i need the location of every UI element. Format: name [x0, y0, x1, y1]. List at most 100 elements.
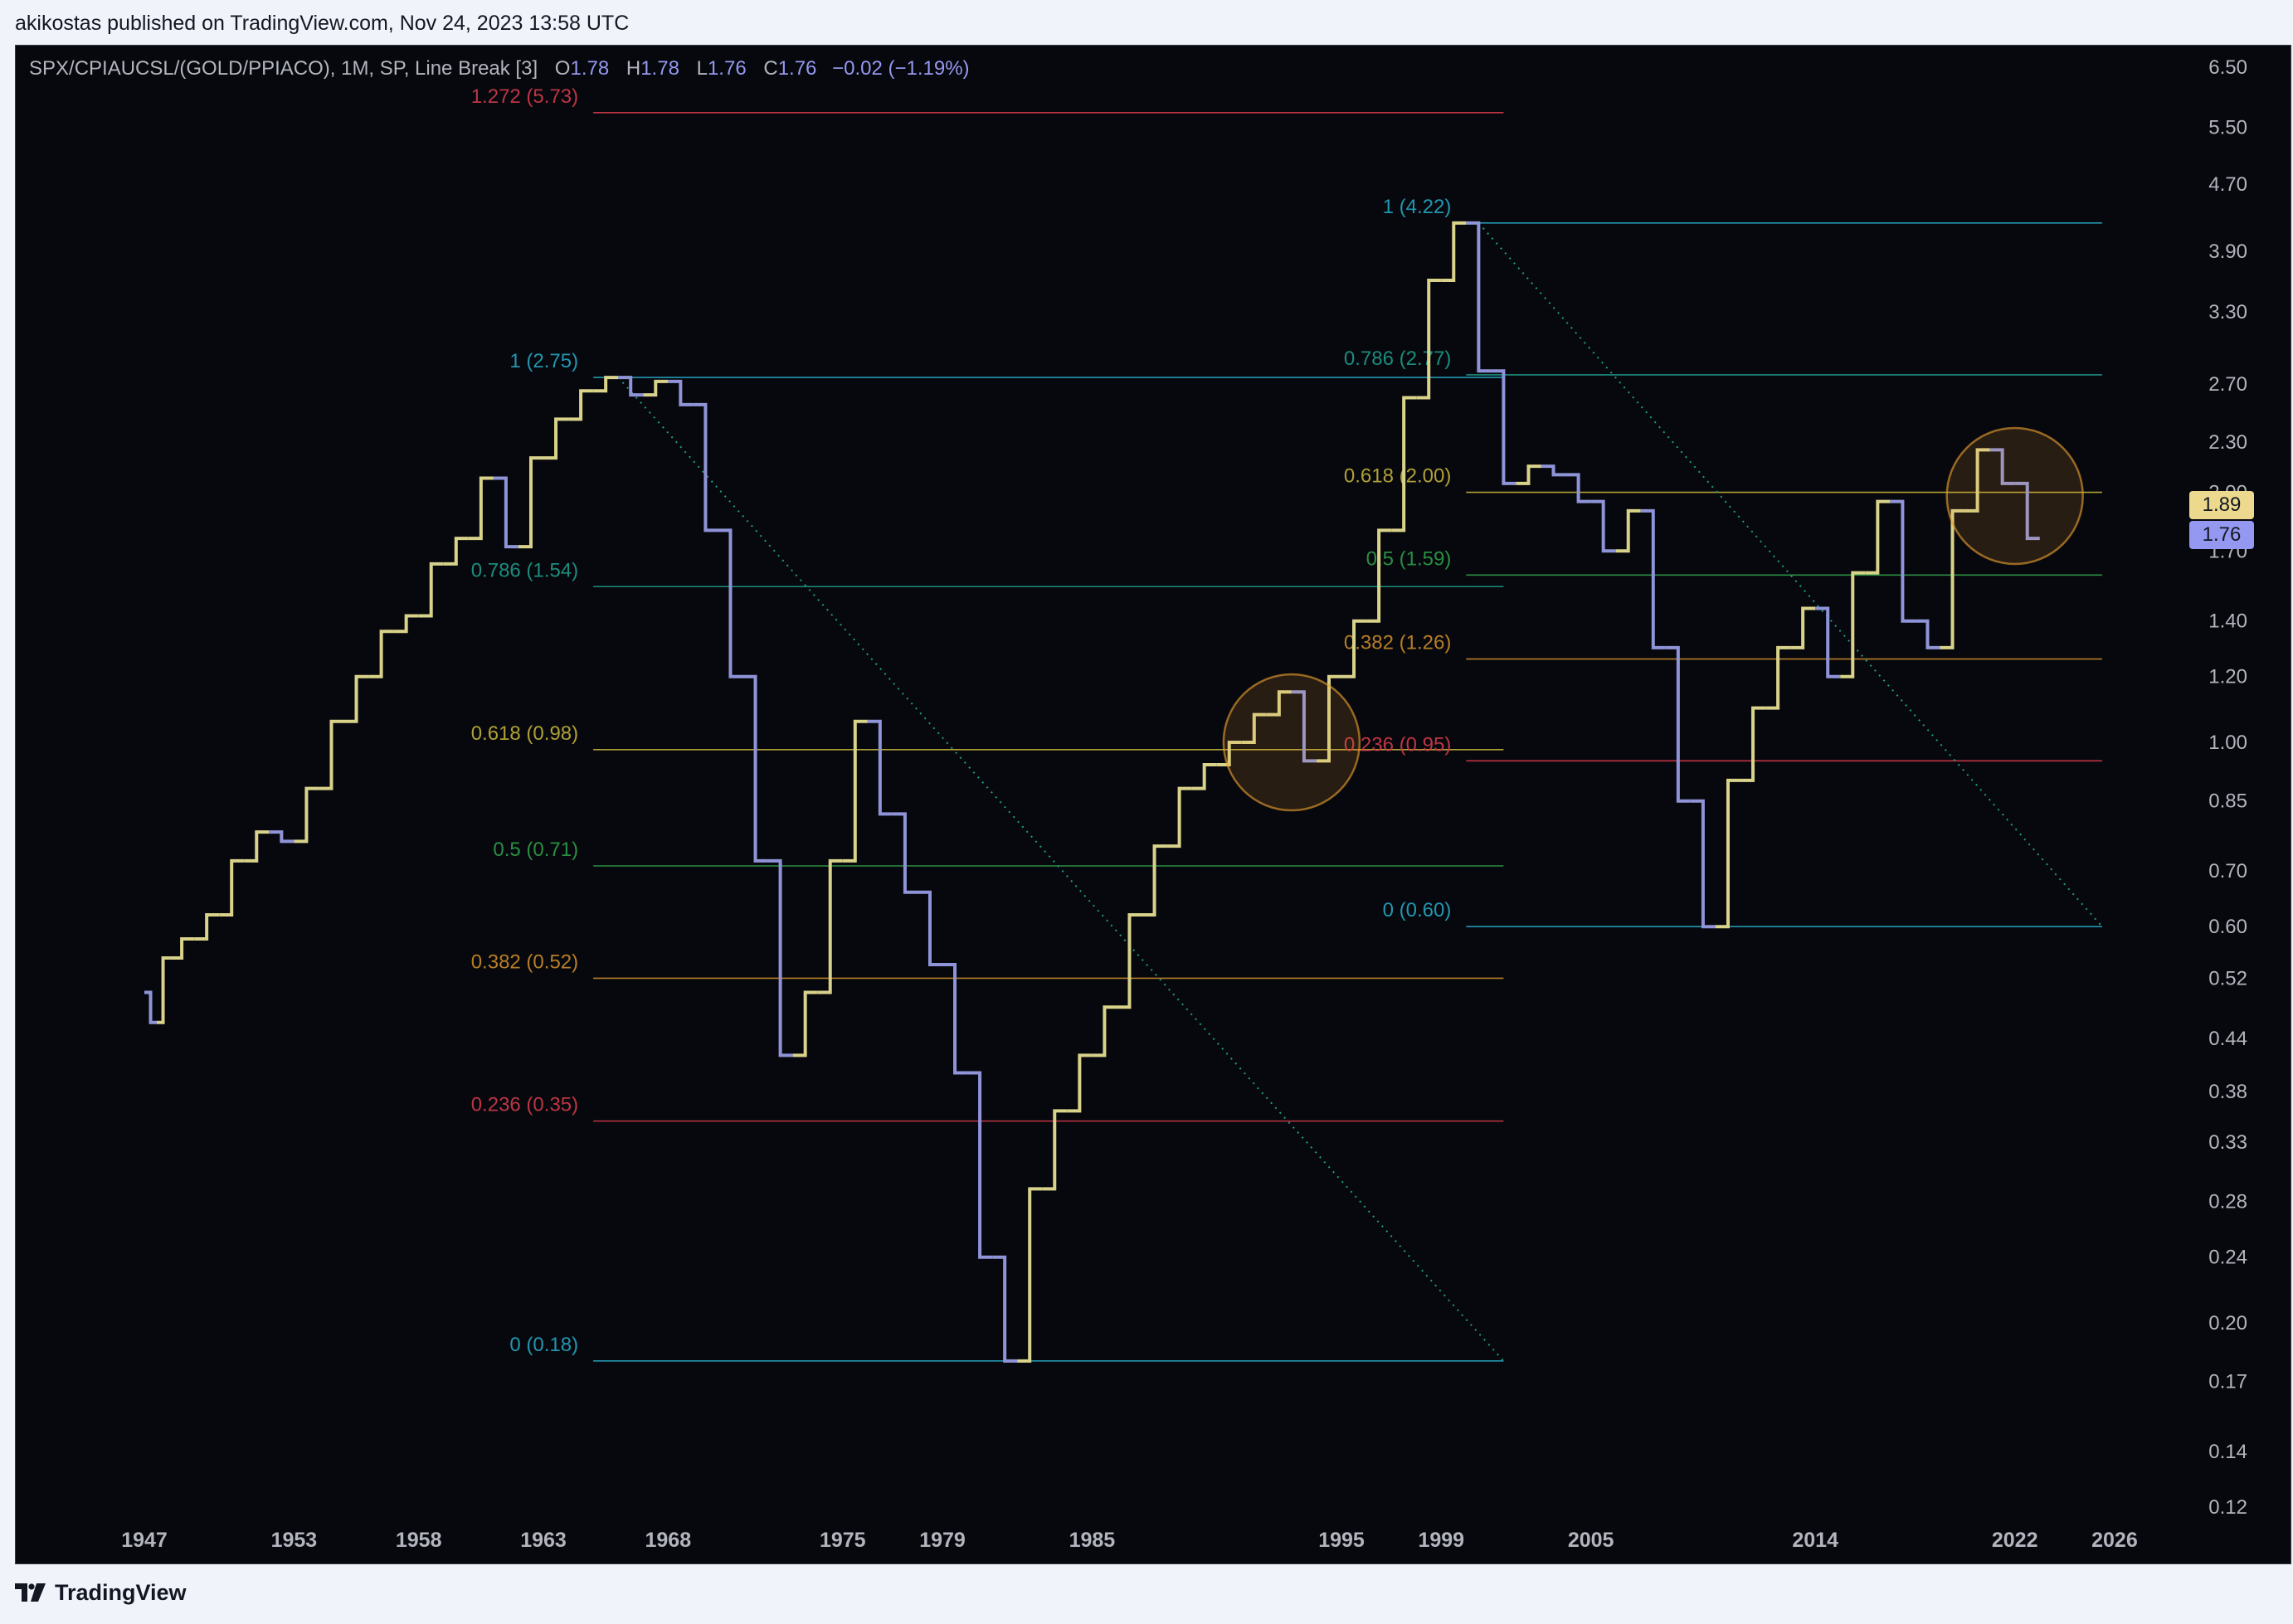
price-tick-label: 0.70 — [2208, 860, 2247, 883]
series-segment — [1491, 369, 1516, 485]
series-segment — [1690, 799, 1716, 929]
time-tick-label: 1958 — [396, 1529, 442, 1552]
series-segment — [792, 990, 818, 1058]
trend-line-left[interactable] — [617, 377, 1505, 1362]
brand-name: TradingView — [55, 1579, 187, 1605]
tradingview-logo[interactable]: TradingView — [15, 1580, 187, 1606]
series-segment — [319, 719, 344, 790]
series-segment — [244, 830, 270, 863]
series-segment — [693, 402, 718, 532]
series-segment — [393, 614, 419, 634]
price-axis[interactable]: 6.505.504.703.903.302.702.302.001.701.40… — [2208, 56, 2247, 1519]
series-segment — [1665, 645, 1691, 803]
open-label: O — [554, 57, 571, 80]
series-segment — [1865, 499, 1891, 575]
series-segment — [543, 417, 569, 460]
time-tick-label: 1975 — [820, 1529, 866, 1552]
series-segment — [1640, 508, 1666, 649]
price-tick-label: 0.52 — [2208, 967, 2247, 989]
price-tag-last: 1.76 — [2189, 521, 2254, 549]
series-segment — [593, 376, 619, 393]
time-tick-label: 1947 — [121, 1529, 168, 1552]
series-segment — [1166, 786, 1192, 848]
series-segment — [767, 858, 793, 1058]
series-segment — [942, 963, 968, 1075]
trend-lines[interactable] — [617, 222, 2103, 1362]
series-segment — [1815, 606, 1841, 678]
time-axis[interactable]: 1947 1953 1958 1963 1968 1975 1979 1985 1995 1999… — [121, 1529, 2138, 1552]
fib-left-level-label: 1 (2.75) — [509, 350, 578, 372]
series-segment — [1590, 499, 1616, 553]
series-segment — [1615, 508, 1641, 553]
price-tick-label: 0.38 — [2208, 1081, 2247, 1103]
low-label: L — [696, 57, 708, 80]
price-tick-label: 0.12 — [2208, 1496, 2247, 1519]
time-tick-label: 2014 — [1792, 1529, 1838, 1552]
price-tick-label: 1.20 — [2208, 666, 2247, 688]
series-segment — [992, 1255, 1018, 1363]
time-tick-label: 1979 — [919, 1529, 966, 1552]
series-segment — [1416, 278, 1442, 400]
price-tick-label: 1.00 — [2208, 732, 2247, 754]
time-tick-label: 1953 — [271, 1529, 318, 1552]
fib-right-level-label: 0.786 (2.77) — [1344, 348, 1451, 370]
price-tick-label: 0.33 — [2208, 1131, 2247, 1154]
fib-left-level-label: 0.382 (0.52) — [471, 951, 578, 973]
price-tick-label: 0.28 — [2208, 1191, 2247, 1213]
series-segment — [219, 858, 245, 917]
change-value: −0.02 (−1.19%) — [832, 57, 970, 80]
series-segment — [1142, 844, 1167, 917]
publish-attribution: akikostas published on TradingView.com, … — [15, 12, 630, 35]
series-segment — [1042, 1109, 1068, 1191]
time-tick-label: 1995 — [1318, 1529, 1365, 1552]
series-segment — [368, 630, 394, 678]
series-segment — [892, 812, 918, 894]
series-segment — [1541, 464, 1566, 477]
fib-right-level-label: 0.618 (2.00) — [1344, 465, 1451, 488]
series-segment — [169, 936, 195, 960]
price-tick-label: 2.70 — [2208, 373, 2247, 396]
series-segment — [194, 912, 220, 941]
series-segment — [668, 379, 694, 406]
series-segment — [343, 674, 369, 723]
series-segment — [1890, 499, 1916, 623]
high-label: H — [626, 57, 641, 80]
series-segment — [1715, 778, 1740, 929]
series-segment — [1565, 473, 1591, 503]
low-value: 1.76 — [707, 57, 747, 80]
fib-right-level-label: 1 (4.22) — [1383, 196, 1452, 218]
close-value: 1.76 — [777, 57, 817, 80]
price-tick-label: 0.14 — [2208, 1441, 2247, 1463]
high-value: 1.78 — [640, 57, 679, 80]
highlight-circle[interactable] — [1222, 673, 1361, 812]
chart-area[interactable]: 1.272 (5.73) 1 (2.75) 0.786 (1.54) 0.618 (0… — [15, 45, 2291, 1564]
series-segment — [1017, 1187, 1043, 1363]
series-segment — [817, 858, 843, 994]
series-segment — [157, 956, 170, 1024]
highlight-circle[interactable] — [1945, 426, 2084, 566]
time-tick-label: 1985 — [1069, 1529, 1116, 1552]
series-segment — [1840, 571, 1866, 678]
price-tick-label: 2.30 — [2208, 431, 2247, 454]
price-chart[interactable]: 1.272 (5.73) 1 (2.75) 0.786 (1.54) 0.618 (0… — [16, 46, 2291, 1564]
price-tick-label: 4.70 — [2208, 173, 2247, 196]
series-segment — [1366, 528, 1392, 623]
series-segment — [742, 674, 768, 863]
series-segment — [842, 719, 868, 863]
series-segment — [518, 456, 543, 549]
price-tick-label: 6.50 — [2208, 56, 2247, 79]
series-segment — [1790, 606, 1816, 649]
time-tick-label: 2026 — [2091, 1529, 2138, 1552]
series-segment — [294, 786, 319, 844]
fib-left-level-label: 0 (0.18) — [509, 1334, 578, 1356]
series-segment — [1117, 912, 1142, 1009]
series-segment — [917, 890, 942, 967]
symbol-description[interactable]: SPX/CPIAUCSL/(GOLD/PPIACO), 1M, SP, Line… — [29, 57, 538, 80]
price-tick-label: 0.17 — [2208, 1371, 2247, 1393]
open-value: 1.78 — [570, 57, 610, 80]
price-tag-previous-close: 1.89 — [2189, 491, 2254, 519]
price-tick-label: 0.85 — [2208, 790, 2247, 813]
series-segment — [1441, 221, 1467, 282]
tradingview-logo-icon — [15, 1583, 46, 1602]
price-tick-label: 3.90 — [2208, 241, 2247, 263]
